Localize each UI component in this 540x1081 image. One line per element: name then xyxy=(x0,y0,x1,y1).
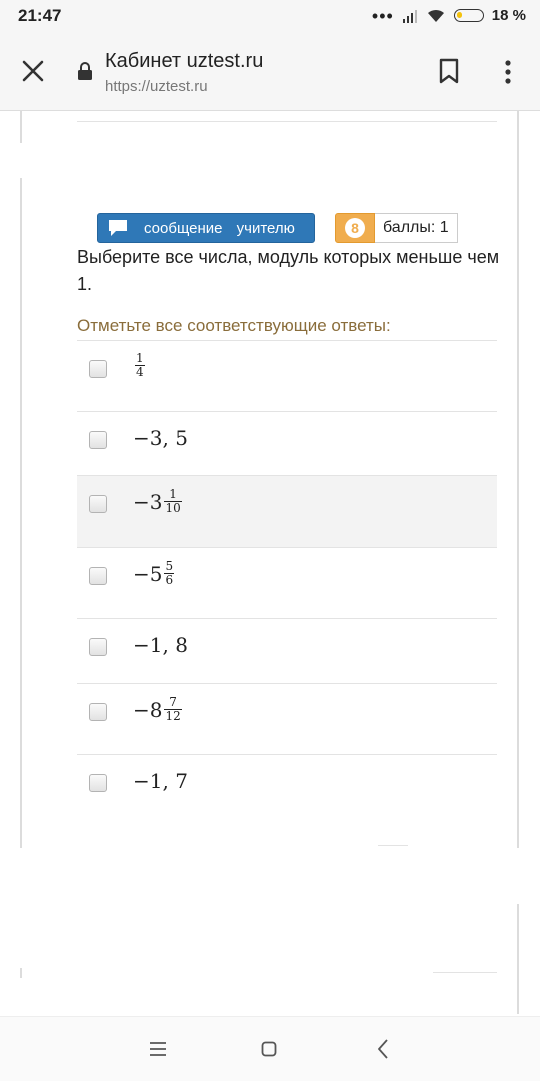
lock-icon xyxy=(78,62,92,80)
divider xyxy=(77,121,497,122)
page-title[interactable]: Кабинет uztest.ru xyxy=(105,50,263,73)
card-border xyxy=(517,111,519,848)
answer-value: −1, 8 xyxy=(133,633,188,657)
answer-option[interactable]: −1, 8 xyxy=(77,618,497,683)
divider xyxy=(378,845,408,846)
fraction: 5 6 xyxy=(164,559,175,587)
answer-option[interactable]: −8 7 12 xyxy=(77,683,497,754)
answer-checkbox[interactable] xyxy=(89,431,107,449)
signal-icon xyxy=(402,9,417,23)
answer-option[interactable]: −3, 5 xyxy=(77,411,497,475)
card-border xyxy=(20,178,22,848)
answer-value: −8 7 12 xyxy=(133,696,182,723)
card-border xyxy=(20,111,22,143)
nav-menu-icon[interactable] xyxy=(149,1041,167,1057)
close-icon[interactable] xyxy=(20,58,46,84)
fraction: 1 4 xyxy=(135,352,145,379)
whole-part: −8 xyxy=(133,697,163,722)
status-time: 21:47 xyxy=(18,6,62,25)
battery-level: 18 % xyxy=(491,7,526,24)
more-vert-icon[interactable] xyxy=(498,58,518,86)
page-url[interactable]: https://uztest.ru xyxy=(105,78,208,95)
score-indicator: 8 баллы: 1 xyxy=(335,213,458,243)
answer-checkbox[interactable] xyxy=(89,703,107,721)
fraction-denominator: 4 xyxy=(135,365,145,379)
answer-checkbox[interactable] xyxy=(89,774,107,792)
wifi-icon xyxy=(427,9,444,22)
whole-part: −1, 7 xyxy=(133,769,188,793)
answer-value: −3 1 10 xyxy=(133,488,182,515)
chat-icon xyxy=(109,220,127,236)
question-text: Выберите все числа, модуль которых меньш… xyxy=(77,247,500,294)
battery-icon xyxy=(453,9,484,22)
fraction-denominator: 12 xyxy=(164,709,182,723)
fraction: 1 10 xyxy=(164,487,182,515)
fraction-numerator: 7 xyxy=(169,695,177,709)
answer-checkbox[interactable] xyxy=(89,360,107,378)
answer-checkbox[interactable] xyxy=(89,495,107,513)
answer-option[interactable]: −1, 7 xyxy=(77,754,497,814)
question-number: 8 xyxy=(345,218,365,238)
answer-option[interactable]: −3 1 10 xyxy=(77,475,497,547)
message-teacher-button[interactable]: сообщение учителю xyxy=(97,213,315,243)
answer-value: −5 5 6 xyxy=(133,559,175,587)
instruction-text: Отметьте все соответствующие ответы: xyxy=(77,316,391,335)
nav-home-icon[interactable] xyxy=(261,1041,277,1057)
nav-back-icon[interactable] xyxy=(376,1038,390,1060)
answer-option[interactable]: −5 5 6 xyxy=(77,547,497,618)
whole-part: −1, 8 xyxy=(133,633,188,657)
status-bar: 21:47 ••• 18 % xyxy=(0,0,540,32)
more-notifications-icon: ••• xyxy=(371,5,394,26)
fraction-denominator: 6 xyxy=(164,573,175,587)
card-border xyxy=(517,904,519,1014)
browser-toolbar: Кабинет uztest.ru https://uztest.ru xyxy=(0,32,540,111)
answer-value: −3, 5 xyxy=(133,426,188,450)
whole-part: −3, 5 xyxy=(133,426,188,450)
fraction-numerator: 5 xyxy=(165,559,174,573)
fraction: 7 12 xyxy=(164,695,182,723)
card-border xyxy=(20,968,22,978)
answer-option[interactable]: 1 4 xyxy=(77,340,497,411)
answer-value: 1 4 xyxy=(133,352,145,379)
question-number-badge: 8 xyxy=(335,213,375,243)
answer-checkbox[interactable] xyxy=(89,567,107,585)
fraction-numerator: 1 xyxy=(136,351,144,365)
bookmark-icon[interactable] xyxy=(437,58,461,84)
fraction-denominator: 10 xyxy=(164,501,182,515)
status-icons: ••• 18 % xyxy=(371,5,526,26)
fraction-numerator: 1 xyxy=(169,487,177,501)
whole-part: −5 xyxy=(133,561,163,586)
system-nav-bar xyxy=(0,1016,540,1081)
divider xyxy=(433,972,497,973)
answer-value: −1, 7 xyxy=(133,769,188,793)
answer-checkbox[interactable] xyxy=(89,638,107,656)
whole-part: −3 xyxy=(133,489,163,514)
message-teacher-label: сообщение учителю xyxy=(144,219,295,237)
points-label: баллы: 1 xyxy=(375,213,458,243)
